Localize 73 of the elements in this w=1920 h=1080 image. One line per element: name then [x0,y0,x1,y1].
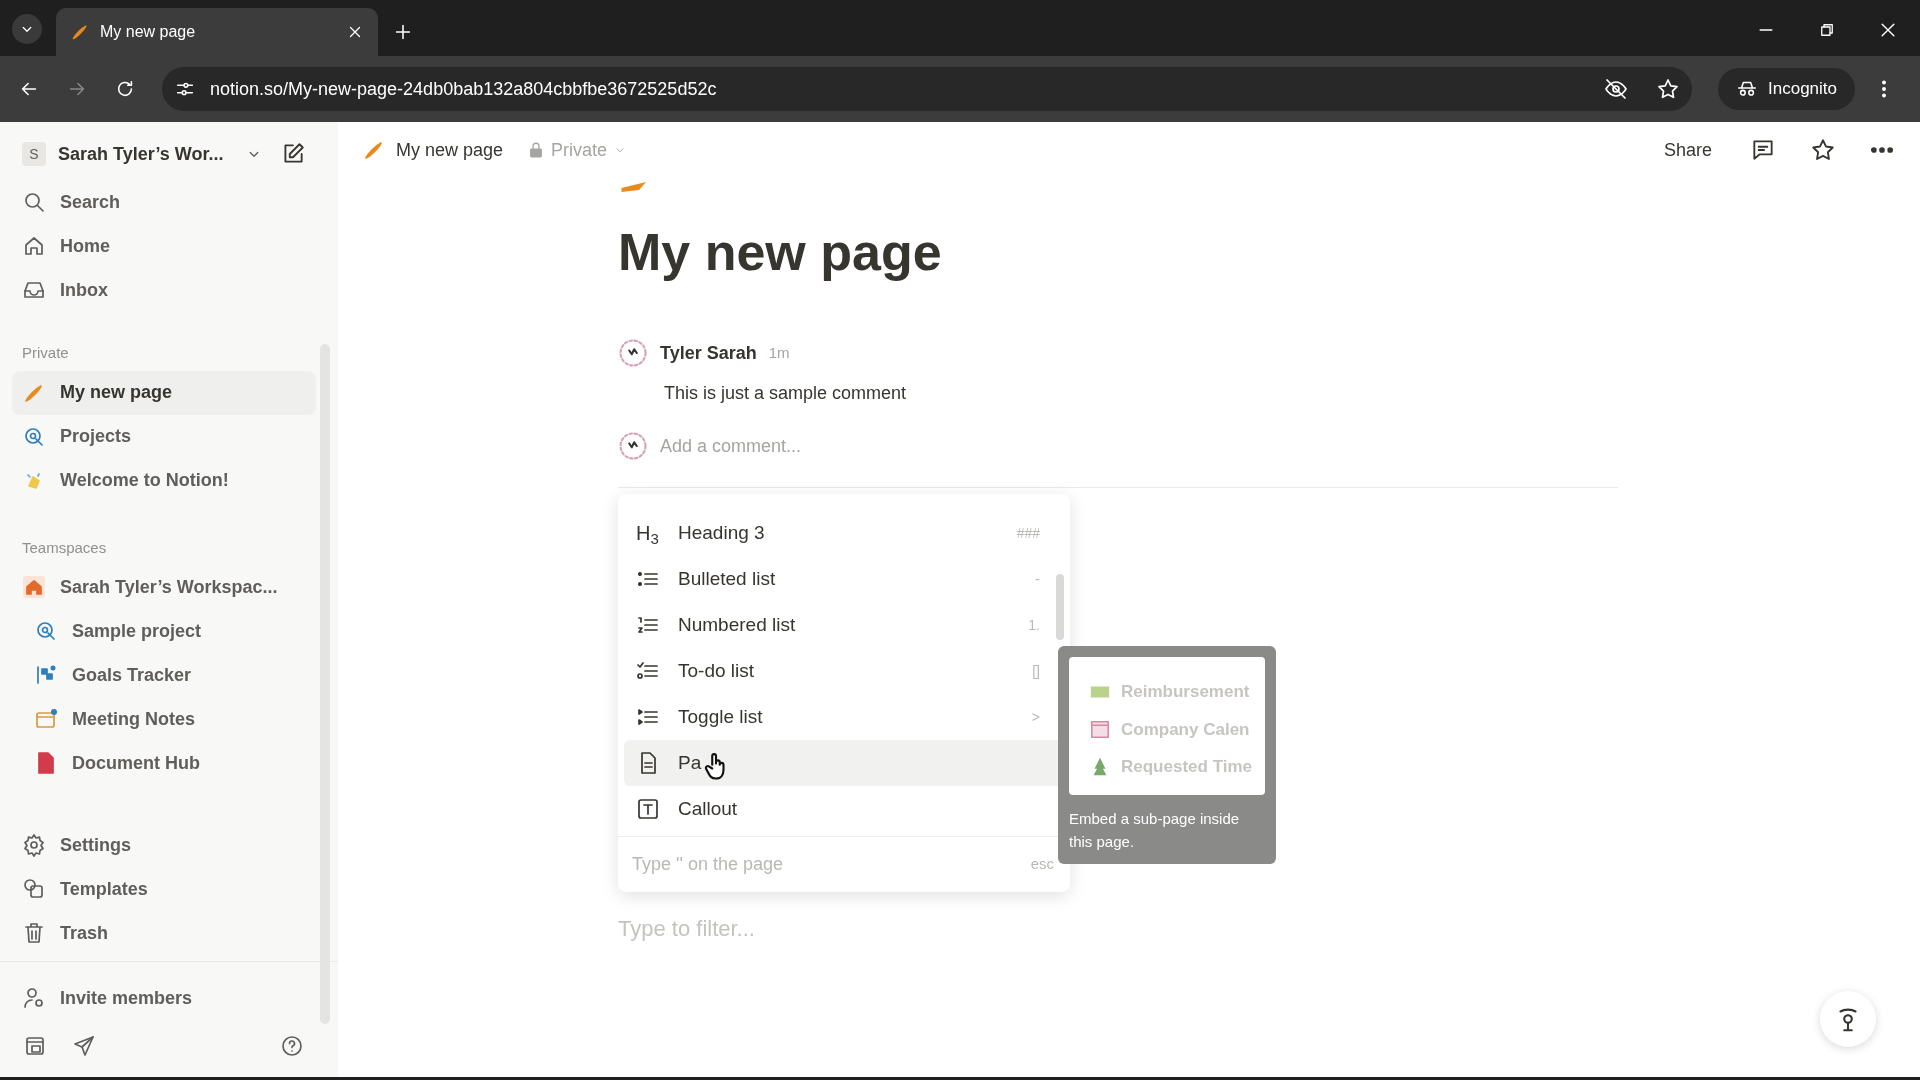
trash-icon [22,921,46,945]
help-icon[interactable] [280,1034,304,1058]
breadcrumb[interactable]: My new page [396,136,504,164]
sidebar-item[interactable]: Sample project [12,609,316,653]
workspace-name[interactable]: Sarah Tyler’s Wor... [58,140,224,168]
send-icon[interactable] [72,1034,96,1058]
shortcut-hint: esc [1030,854,1055,875]
search-icon [22,190,46,214]
preview-item: Requested Time [1121,756,1252,778]
incognito-button[interactable]: Incognito [1718,68,1855,110]
shortcut-hint: ### [1016,523,1041,543]
shortcut-hint: [] [1032,661,1041,681]
menu-item[interactable]: H$_{3}$ Heading 3 ### [624,510,1064,556]
browser-tab[interactable]: My new page [56,8,378,56]
menu-item[interactable]: Toggle list > [624,694,1064,740]
comment-time: 1m [768,342,790,363]
calendar-icon [1089,718,1111,741]
shortcut-hint: 1. [1028,615,1041,635]
menu-item[interactable]: Numbered list 1. [624,602,1064,648]
sidebar-item[interactable]: Document Hub [12,741,316,785]
settings-icon [22,833,46,857]
star-icon[interactable] [1656,77,1680,101]
home-icon [22,234,46,258]
callout-icon [636,797,660,821]
sidebar-item[interactable]: Inbox [12,268,316,312]
url-text: notion.so/My-new-page-24db0bab132a804cbbfbe3672525d52c [210,77,718,101]
preview-item: Reimbursement [1121,681,1250,703]
sidebar-item[interactable]: Search [12,180,316,224]
comment-input[interactable]: Add a comment... [660,432,1060,460]
restore-icon[interactable] [1818,21,1836,39]
tab-title: My new page [100,22,197,42]
sidebar-item[interactable]: Goals Tracker [12,653,316,697]
comment-author: Tyler Sarah [660,341,757,365]
sidebar-item[interactable]: Invite members [12,976,316,1020]
shapes-icon [22,877,46,901]
person-icon [22,986,46,1010]
sidebar-item[interactable]: Welcome to Notion! [12,458,316,503]
menu-item[interactable]: Bulleted list - [624,556,1064,602]
grid-chart-icon [34,663,58,687]
comment-text: This is just a sample comment [664,382,908,405]
sidebar-item[interactable]: Projects [12,414,316,459]
shortcut-hint: > [1031,707,1041,727]
sidebar-item[interactable]: My new page [12,370,316,415]
star-icon[interactable] [1810,137,1836,163]
share-button[interactable]: Share [1657,136,1718,164]
address-bar[interactable]: notion.so/My-new-page-24db0bab132a804cbbfbe3672525d52c [162,67,1692,111]
scrollbar[interactable] [1056,574,1064,640]
section-label: Private [21,343,70,363]
calendar-icon [34,707,58,731]
house-icon [22,575,46,599]
menu-item[interactable]: To-do list [] [624,648,1064,694]
sidebar-item[interactable]: Sarah Tyler’s Workspac... [12,565,316,609]
filter-input[interactable]: Type to filter... [618,912,1018,945]
comment-icon[interactable] [1750,137,1776,163]
section-label: Teamspaces [21,537,108,558]
preview-item: Company Calen [1121,718,1250,741]
workspace-avatar: S [22,142,46,166]
shortcut-hint: - [1035,569,1041,589]
eye-off-icon[interactable] [1604,77,1628,101]
sidebar-item[interactable]: Settings [12,823,316,867]
avatar-icon [618,338,648,368]
sidebar-item[interactable]: Templates [12,867,316,911]
tooltip-text: Embed a sub-page inside this page. [1069,809,1241,852]
sidebar-item[interactable]: Meeting Notes [12,697,316,741]
menu-item[interactable]: Callout [624,786,1064,832]
sidebar-item[interactable]: Trash [12,911,316,955]
menu-hint: Type '' on the page [632,853,783,876]
sidebar-item[interactable]: Home [12,224,316,268]
avatar-icon [618,431,648,461]
tab-list-icon[interactable] [12,14,42,44]
target-icon [34,619,58,643]
assistant-button[interactable] [1820,991,1876,1047]
heading-icon: H$_{3}$ [636,523,660,543]
